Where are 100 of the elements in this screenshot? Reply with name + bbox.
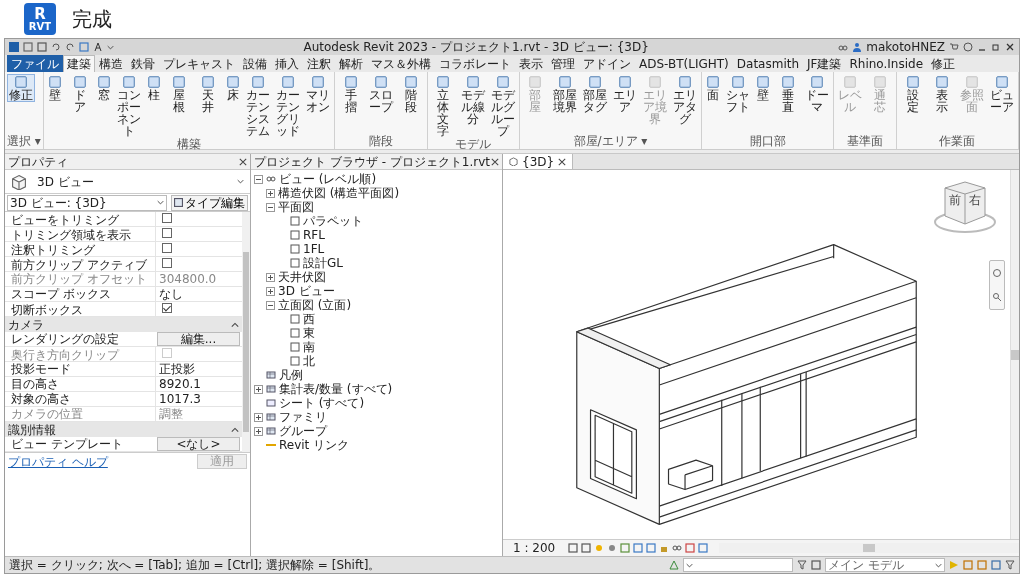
ribbon-tool-button[interactable]: 設定 — [898, 74, 927, 114]
redo-icon[interactable] — [65, 42, 75, 52]
tree-item[interactable]: 凡例 — [279, 368, 303, 382]
tree-item[interactable]: 南 — [303, 340, 315, 354]
tree-item[interactable]: 西 — [303, 312, 315, 326]
tree-item[interactable]: ファミリ — [279, 410, 327, 424]
ribbon-tool-button[interactable]: モデルグループ — [489, 74, 517, 138]
scrollbar[interactable] — [242, 212, 250, 452]
scrollbar[interactable] — [1010, 170, 1019, 539]
tree-item[interactable]: 天井伏図 — [278, 270, 326, 284]
edit-type-button[interactable]: タイプ編集 — [171, 194, 248, 211]
expand-toggle[interactable] — [266, 188, 275, 198]
expand-toggle[interactable] — [266, 286, 275, 296]
property-button[interactable]: 編集... — [157, 332, 240, 346]
ribbon-tab[interactable]: 挿入 — [271, 55, 303, 72]
ribbon-tool-button[interactable]: 階段 — [396, 74, 425, 114]
collapse-toggle[interactable] — [266, 202, 275, 212]
ribbon-tab[interactable]: JF建築 — [803, 55, 846, 72]
navigation-bar[interactable] — [989, 260, 1005, 310]
ribbon-tab[interactable]: Datasmith — [732, 55, 804, 72]
tree-item[interactable]: ビュー (レベル順) — [279, 172, 377, 186]
view-tab-label[interactable]: {3D} — [522, 154, 555, 169]
ribbon-tab[interactable]: 修正 — [927, 55, 960, 72]
collapse-toggle[interactable] — [254, 174, 263, 184]
ribbon-tab[interactable]: 解析 — [335, 55, 367, 72]
instance-dropdown[interactable]: 3D ビュー: {3D} — [7, 194, 167, 211]
ribbon-tool-button[interactable]: 修正 — [7, 74, 35, 102]
ribbon-tool-button[interactable]: カーテンシステム — [244, 74, 273, 138]
undo-icon[interactable] — [51, 42, 61, 52]
tree-item[interactable]: 東 — [303, 326, 315, 340]
ribbon-tab[interactable]: 管理 — [547, 55, 579, 72]
view-scale[interactable]: 1 : 200 — [513, 541, 556, 555]
user-name[interactable]: makotoHNEZ — [866, 40, 945, 54]
checkbox[interactable] — [162, 303, 172, 313]
tree-item[interactable]: 集計表/数量 (すべて) — [279, 382, 393, 396]
tree-item[interactable]: 立面図 (立面) — [278, 298, 352, 312]
tree-item[interactable]: RFL — [303, 228, 325, 242]
ribbon-tool-button[interactable]: 壁 — [45, 74, 64, 102]
text-icon[interactable] — [93, 42, 103, 52]
ribbon-tab[interactable]: 建築 — [63, 55, 95, 72]
ribbon-tool-button[interactable]: 天井 — [194, 74, 223, 114]
filter-icon[interactable] — [797, 560, 807, 570]
tree-item[interactable]: 1FL — [303, 242, 325, 256]
ribbon-tool-button[interactable]: ドア — [65, 74, 94, 114]
panel-title[interactable]: 部屋/エリア ▾ — [520, 135, 701, 149]
tree-item[interactable]: グループ — [279, 424, 327, 438]
ribbon-tool-button[interactable]: 窓 — [95, 74, 114, 102]
expand-toggle[interactable] — [254, 426, 263, 436]
ribbon-tool-button[interactable]: 屋根 — [165, 74, 193, 114]
checkbox[interactable] — [162, 243, 172, 253]
panel-title[interactable]: 選択 ▾ — [5, 135, 43, 149]
collapse-chevron-icon[interactable] — [231, 320, 239, 329]
expand-toggle[interactable] — [254, 384, 263, 394]
ribbon-tab[interactable]: Rhino.Inside — [845, 55, 928, 72]
ribbon-tab[interactable]: プレキャスト — [159, 55, 239, 72]
expand-toggle[interactable] — [266, 272, 275, 282]
checkbox[interactable] — [162, 258, 172, 268]
panel-title[interactable]: 作業面 — [896, 135, 1018, 149]
tree-item[interactable]: 設計GL — [303, 256, 343, 270]
ribbon-tool-button[interactable]: 部屋境界 — [550, 74, 579, 114]
close-icon[interactable] — [558, 157, 567, 166]
ribbon-tool-button[interactable]: 柱 — [145, 74, 164, 102]
checkbox[interactable] — [162, 228, 172, 238]
ribbon-tab[interactable]: 鉄骨 — [127, 55, 159, 72]
collapse-toggle[interactable] — [266, 300, 275, 310]
close-icon[interactable] — [491, 157, 499, 166]
ribbon-tab[interactable]: マス＆外構 — [367, 55, 435, 72]
tree-item[interactable]: Revit リンク — [279, 438, 350, 452]
ribbon-tab[interactable]: アドイン — [579, 55, 635, 72]
ribbon-tool-button[interactable]: スロープ — [366, 74, 395, 114]
viewcube-drawing[interactable] — [933, 178, 997, 236]
tree-item[interactable]: シート (すべて) — [279, 396, 365, 410]
tree-item[interactable]: 3D ビュー — [278, 284, 335, 298]
ribbon-tool-button[interactable]: モデル線分 — [459, 74, 487, 126]
ribbon-tool-button[interactable]: コンポーネント — [115, 74, 144, 138]
tree-item[interactable]: 北 — [303, 354, 315, 368]
ribbon-tab[interactable]: 表示 — [515, 55, 547, 72]
ribbon-tool-button[interactable]: 手摺 — [337, 74, 365, 114]
ribbon-tab[interactable]: コラボレート — [435, 55, 515, 72]
design-option-dropdown[interactable]: メイン モデル — [825, 558, 945, 572]
ribbon-tool-button[interactable]: エリアタグ — [670, 74, 699, 126]
panel-title[interactable]: 基準面 — [834, 135, 896, 149]
ribbon-tool-button[interactable]: マリオン — [304, 74, 333, 114]
ribbon-tool-button[interactable]: カーテングリッド — [274, 74, 303, 138]
panel-title[interactable]: 階段 — [335, 135, 427, 149]
view-tab[interactable]: {3D} — [503, 154, 574, 169]
ribbon-tool-button[interactable]: 壁 — [753, 74, 772, 102]
panel-title[interactable]: 開口部 — [701, 135, 834, 149]
filter-icon[interactable] — [1005, 560, 1015, 570]
ribbon-tool-button[interactable]: ドーマ — [803, 74, 832, 114]
close-icon[interactable] — [239, 157, 247, 166]
viewcube-face-label[interactable]: 右 — [969, 194, 981, 207]
close-icon[interactable] — [1005, 42, 1015, 52]
tree-item[interactable]: パラペット — [303, 214, 363, 228]
ribbon-tool-button[interactable]: シャフト — [723, 74, 752, 114]
viewcube-face-label[interactable]: 前 — [949, 194, 961, 207]
expand-toggle[interactable] — [254, 412, 263, 422]
binoculars-icon[interactable] — [838, 42, 849, 52]
glasses-icon[interactable] — [672, 543, 683, 553]
property-button[interactable]: <なし> — [157, 437, 240, 451]
